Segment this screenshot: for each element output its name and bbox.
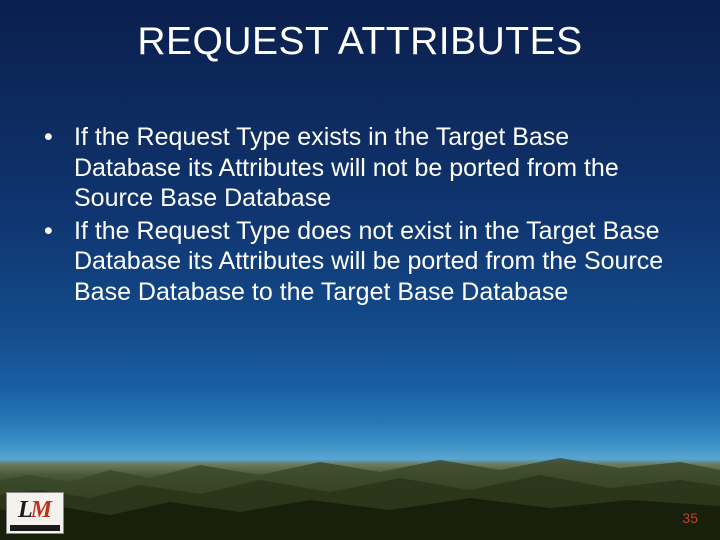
landscape-decoration xyxy=(0,420,720,540)
logo-letters: L M xyxy=(10,496,60,524)
slide-title: REQUEST ATTRIBUTES xyxy=(0,20,720,64)
page-number: 35 xyxy=(682,510,698,526)
slide-body: If the Request Type exists in the Target… xyxy=(38,122,678,309)
logo: L M xyxy=(6,492,64,534)
bullet-list: If the Request Type exists in the Target… xyxy=(38,122,678,307)
bullet-item: If the Request Type exists in the Target… xyxy=(38,122,678,214)
logo-bar xyxy=(10,525,60,531)
bullet-item: If the Request Type does not exist in th… xyxy=(38,216,678,308)
slide: REQUEST ATTRIBUTES If the Request Type e… xyxy=(0,0,720,540)
logo-letter-m: M xyxy=(31,497,52,524)
